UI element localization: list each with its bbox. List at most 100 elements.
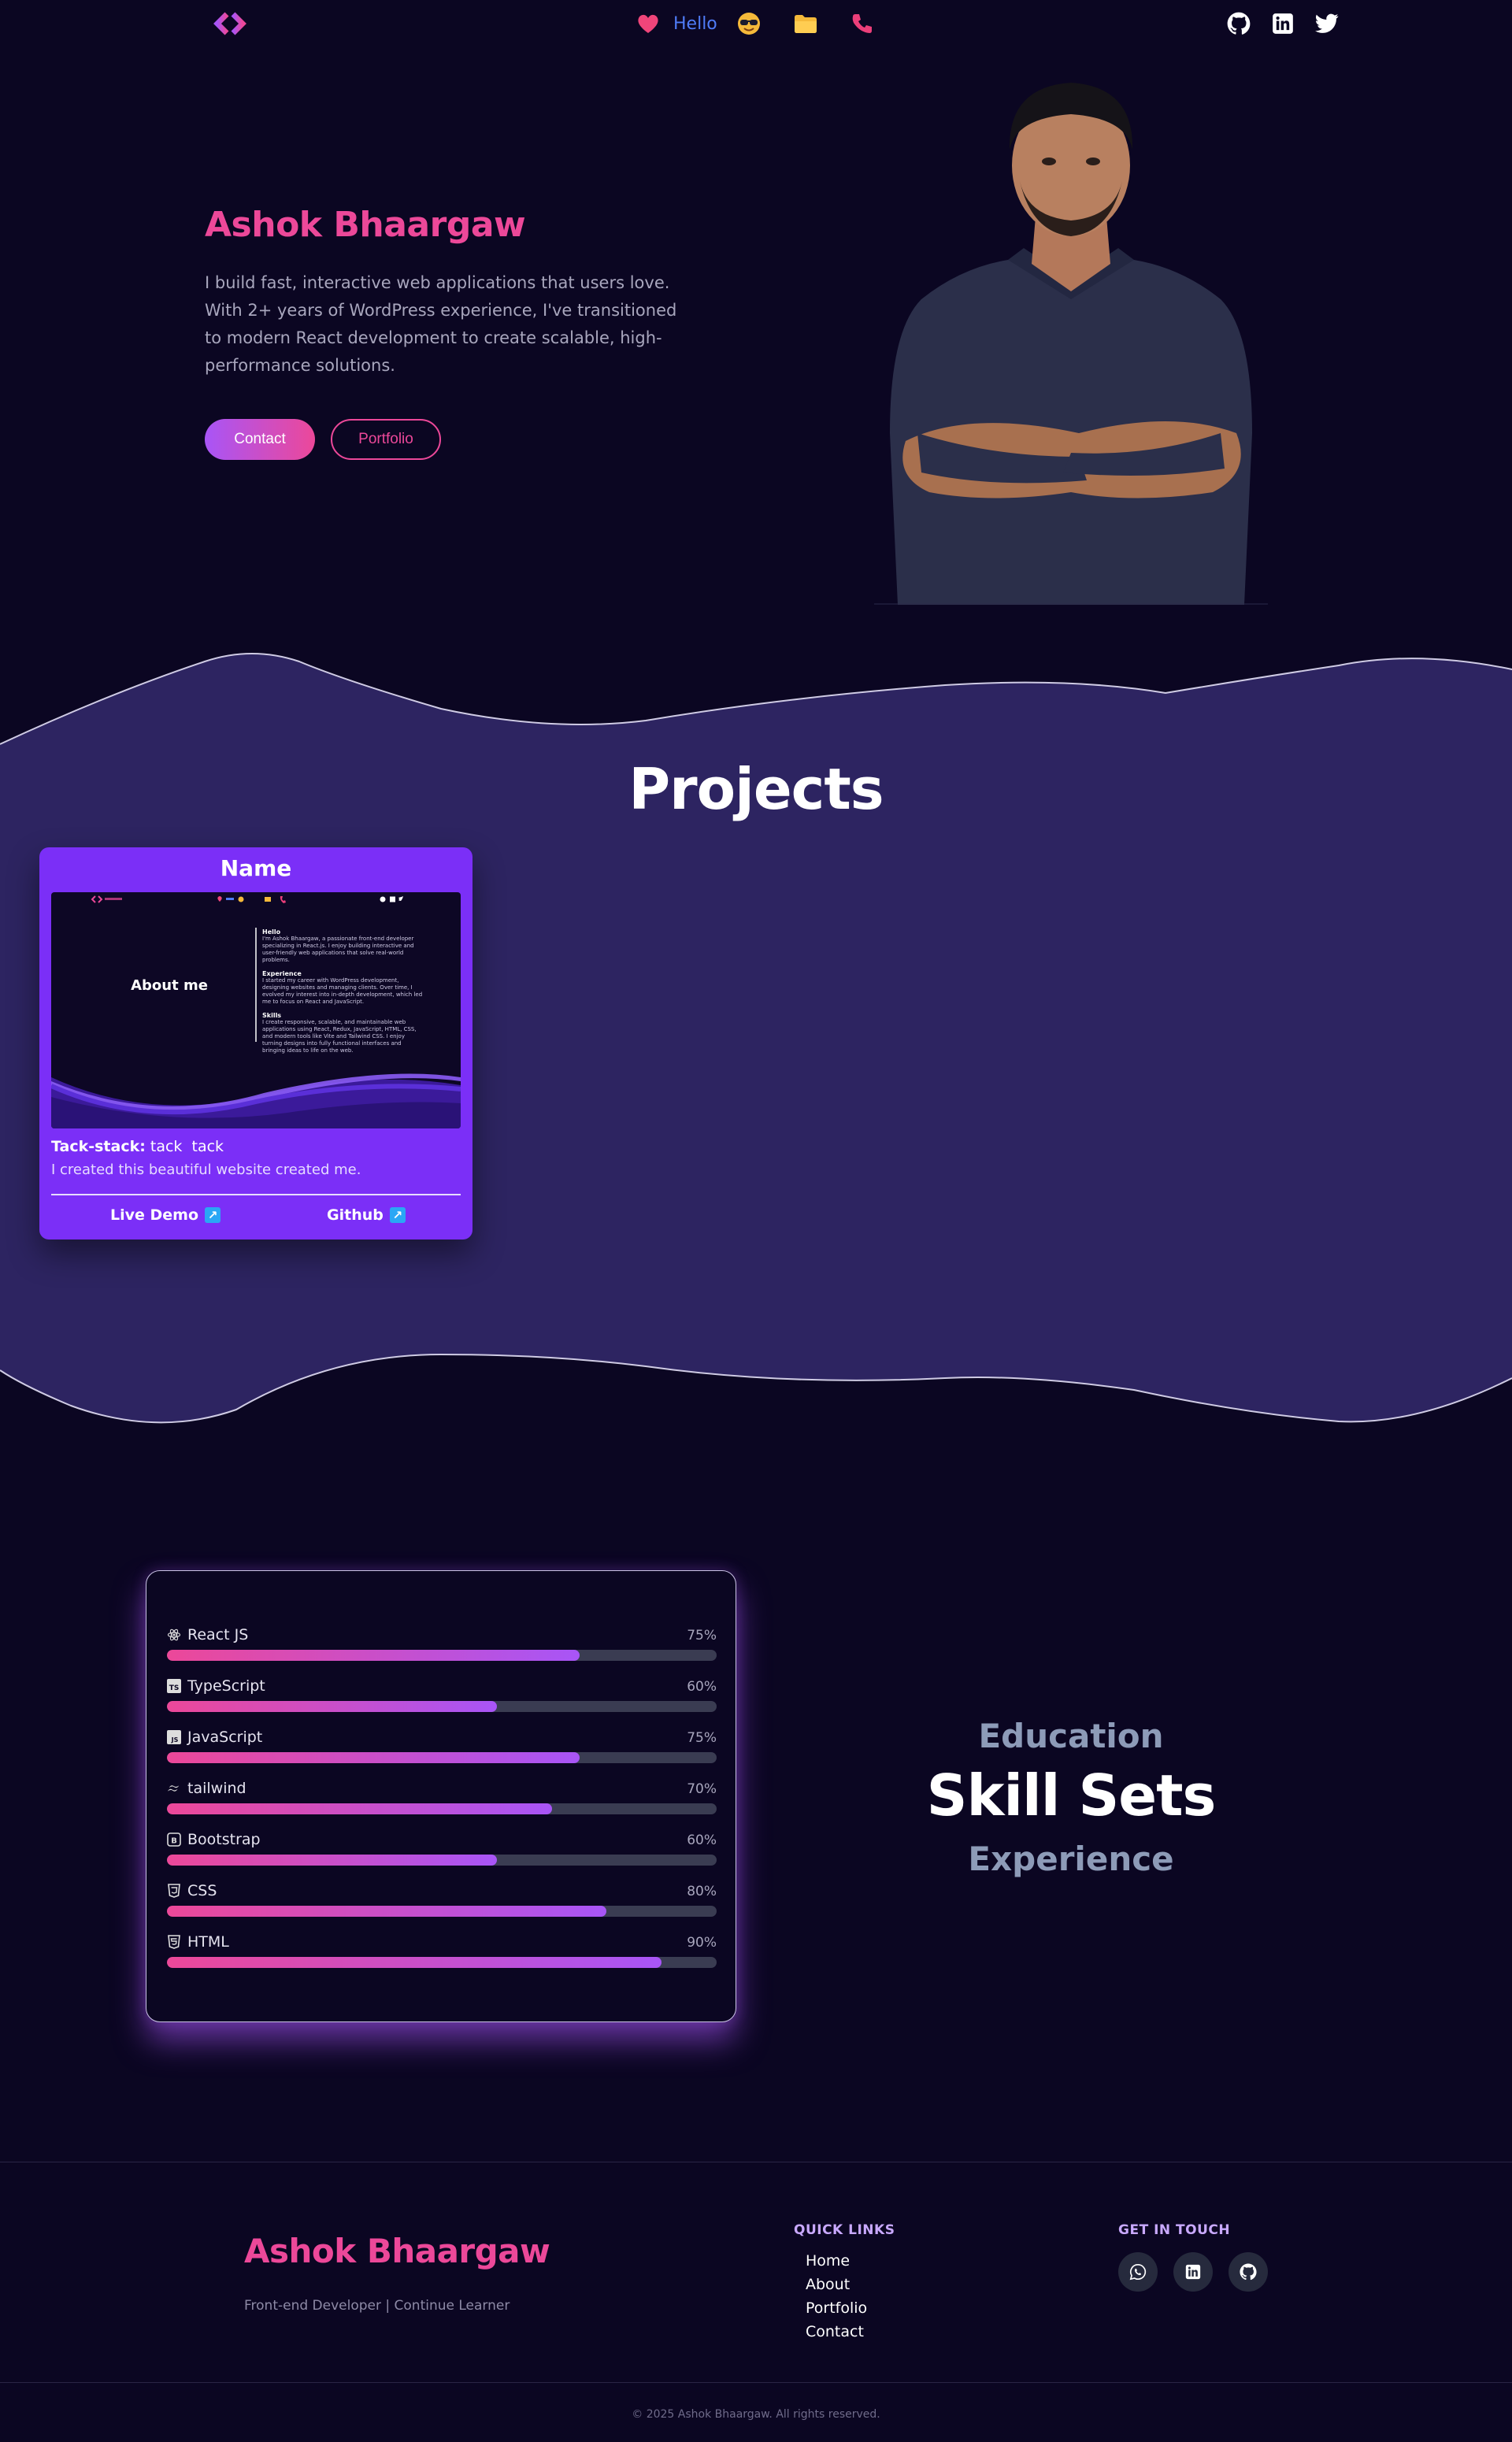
skill-progress-fill xyxy=(167,1957,662,1968)
skill-progress-track xyxy=(167,1906,717,1917)
get-in-touch-title: GET IN TOUCH xyxy=(1118,2222,1231,2238)
tailwind-icon xyxy=(167,1781,181,1795)
skill-name: React JS xyxy=(187,1626,249,1643)
skill-name: CSS xyxy=(187,1882,217,1899)
nav-social-group xyxy=(1225,9,1341,38)
hero-description: I build fast, interactive web applicatio… xyxy=(205,273,677,375)
svg-text:B: B xyxy=(171,1837,177,1846)
preview-section-title: Skills xyxy=(262,1012,282,1019)
css3-icon xyxy=(167,1884,181,1898)
live-demo-link[interactable]: Live Demo ↗ xyxy=(110,1206,221,1224)
sunglasses-emoji-icon[interactable] xyxy=(735,9,763,38)
twitter-icon[interactable] xyxy=(1313,9,1341,38)
footer-link-contact[interactable]: Contact xyxy=(806,2320,867,2344)
html5-icon xyxy=(167,1935,181,1949)
skill-progress-track xyxy=(167,1855,717,1866)
skill-progress-fill xyxy=(167,1701,497,1712)
svg-text:TS: TS xyxy=(169,1684,180,1692)
skill-progress-fill xyxy=(167,1906,607,1917)
heart-icon[interactable] xyxy=(634,9,662,38)
footer-link-about[interactable]: About xyxy=(806,2273,867,2296)
contact-button[interactable]: Contact xyxy=(205,419,315,460)
nav-center-group: Hello xyxy=(634,9,876,38)
skill-progress-fill xyxy=(167,1650,580,1661)
portfolio-button[interactable]: Portfolio xyxy=(331,419,441,460)
skill-name: JavaScript xyxy=(187,1729,263,1746)
folder-icon[interactable] xyxy=(791,9,820,38)
skill-row-css: CSS 80% xyxy=(167,1882,717,1921)
skill-progress-track xyxy=(167,1803,717,1814)
github-icon[interactable] xyxy=(1228,2252,1268,2292)
project-tech-stack: Tack-stack: tack tack xyxy=(51,1138,224,1155)
project-card-title: Name xyxy=(220,855,292,881)
linkedin-icon[interactable] xyxy=(1269,9,1297,38)
project-screenshot: About me Hello I'm Ashok Bhaargaw, a pas… xyxy=(51,892,461,1128)
hero-name: Ashok Bhaargaw xyxy=(205,205,526,245)
project-card: Name About me Hello I'm Ashok Bhaargaw, … xyxy=(39,847,472,1240)
javascript-icon: JS xyxy=(167,1730,181,1744)
skill-label: React JS xyxy=(167,1626,248,1643)
external-link-icon: ↗ xyxy=(389,1207,406,1223)
react-icon xyxy=(167,1628,181,1642)
skill-progress-fill xyxy=(167,1803,552,1814)
skill-percent: 90% xyxy=(687,1935,717,1951)
project-description: I created this beautiful website created… xyxy=(51,1162,361,1178)
code-logo-icon[interactable] xyxy=(211,9,249,38)
quick-links-title: QUICK LINKS xyxy=(794,2222,895,2238)
preview-section-text: I'm Ashok Bhaargaw, a passionate front-e… xyxy=(262,936,414,963)
skill-row-bootstrap: B Bootstrap 60% xyxy=(167,1831,717,1870)
skill-row-react: React JS 75% xyxy=(167,1626,717,1666)
github-link[interactable]: Github ↗ xyxy=(327,1206,406,1224)
nav-hello-link[interactable]: Hello xyxy=(673,14,717,34)
footer-link-home[interactable]: Home xyxy=(806,2249,867,2273)
skill-percent: 80% xyxy=(687,1884,717,1899)
quick-links-list: Home About Portfolio Contact xyxy=(806,2249,867,2344)
whatsapp-icon[interactable] xyxy=(1118,2252,1158,2292)
skill-label: B Bootstrap xyxy=(167,1831,261,1848)
skill-row-tailwind: tailwind 70% xyxy=(167,1780,717,1819)
skill-progress-track xyxy=(167,1957,717,1968)
github-icon[interactable] xyxy=(1225,9,1253,38)
skill-row-javascript: JS JavaScript 75% xyxy=(167,1729,717,1768)
skill-percent: 75% xyxy=(687,1628,717,1643)
skill-percent: 70% xyxy=(687,1781,717,1797)
preview-section-text: I create responsive, scalable, and maint… xyxy=(262,1019,417,1054)
skill-label: JS JavaScript xyxy=(167,1729,262,1746)
preview-heading: About me xyxy=(131,977,208,994)
skill-row-typescript: TS TypeScript 60% xyxy=(167,1677,717,1717)
skill-label: HTML xyxy=(167,1933,229,1951)
tab-education[interactable]: Education xyxy=(914,1717,1228,1755)
bootstrap-icon: B xyxy=(167,1832,181,1847)
skill-label: CSS xyxy=(167,1882,217,1899)
skill-label: tailwind xyxy=(167,1780,246,1797)
projects-title: Projects xyxy=(628,756,884,822)
card-divider xyxy=(51,1194,461,1195)
skill-name: TypeScript xyxy=(187,1677,265,1695)
skill-name: HTML xyxy=(187,1933,229,1951)
external-link-icon: ↗ xyxy=(205,1207,221,1223)
live-demo-label: Live Demo xyxy=(110,1206,199,1224)
skill-name: Bootstrap xyxy=(187,1831,261,1848)
skill-name: tailwind xyxy=(187,1780,246,1797)
svg-text:JS: JS xyxy=(171,1736,179,1743)
skill-progress-track xyxy=(167,1701,717,1712)
skill-row-html: HTML 90% xyxy=(167,1933,717,1973)
phone-icon[interactable] xyxy=(848,9,876,38)
footer-link-portfolio[interactable]: Portfolio xyxy=(806,2296,867,2320)
typescript-icon: TS xyxy=(167,1679,181,1693)
preview-section-title: Experience xyxy=(262,970,302,977)
copyright-text: © 2025 Ashok Bhaargaw. All rights reserv… xyxy=(632,2408,880,2421)
footer-bottom-divider xyxy=(0,2382,1512,2383)
github-label: Github xyxy=(327,1206,384,1224)
skill-percent: 75% xyxy=(687,1730,717,1746)
skill-progress-track xyxy=(167,1752,717,1763)
skill-percent: 60% xyxy=(687,1832,717,1848)
tab-skill-sets[interactable]: Skill Sets xyxy=(874,1762,1268,1829)
linkedin-icon[interactable] xyxy=(1173,2252,1213,2292)
tab-experience[interactable]: Experience xyxy=(914,1840,1228,1878)
tech-stack-items: tack tack xyxy=(150,1138,224,1155)
footer-tagline: Front-end Developer | Continue Learner xyxy=(244,2298,510,2314)
skill-progress-fill xyxy=(167,1752,580,1763)
skills-panel: React JS 75% TS TypeScript 60% JS JavaSc… xyxy=(146,1570,736,2022)
skill-percent: 60% xyxy=(687,1679,717,1695)
